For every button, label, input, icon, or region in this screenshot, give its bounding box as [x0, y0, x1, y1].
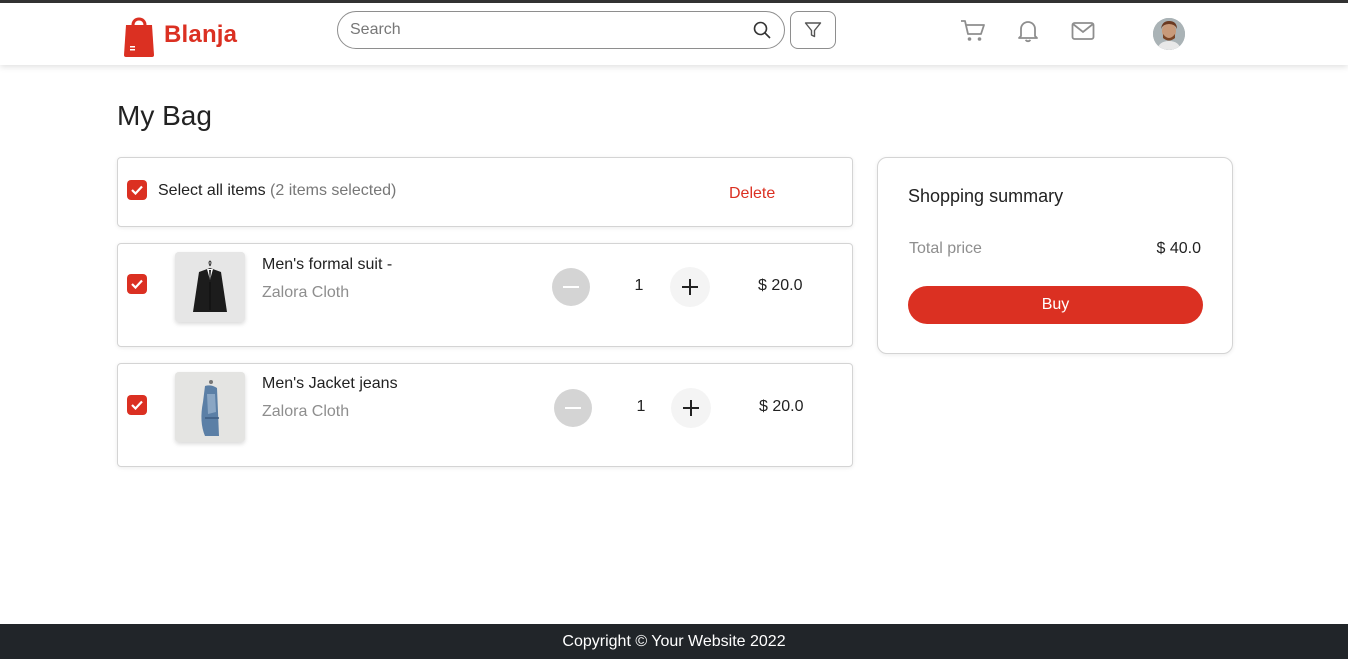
item-name[interactable]: Men's formal suit - — [262, 256, 392, 274]
footer: Copyright © Your Website 2022 — [0, 624, 1348, 659]
brand-logo[interactable]: Blanja — [122, 13, 237, 57]
cart-icon[interactable] — [960, 18, 986, 44]
denim-jacket-image — [175, 372, 245, 442]
quantity-value: 1 — [634, 277, 644, 294]
buy-button[interactable]: Buy — [908, 286, 1203, 324]
decrease-quantity-button[interactable] — [552, 268, 590, 306]
navbar: Blanja — [0, 3, 1348, 65]
select-all-bar: Select all items (2 items selected) Dele… — [117, 157, 853, 227]
mail-icon[interactable] — [1070, 18, 1096, 44]
plus-icon — [682, 279, 698, 295]
filter-button[interactable] — [790, 11, 836, 49]
item-name[interactable]: Men's Jacket jeans — [262, 375, 398, 393]
item-price: $ 20.0 — [758, 277, 803, 294]
suit-jacket-image — [175, 252, 245, 322]
brand-name: Blanja — [164, 21, 238, 48]
user-avatar[interactable] — [1153, 18, 1185, 50]
total-price-value: $ 40.0 — [1156, 240, 1201, 257]
item-brand: Zalora Cloth — [262, 284, 350, 301]
product-image[interactable] — [175, 372, 245, 442]
shopping-bag-logo-icon — [124, 17, 154, 57]
search-input[interactable] — [350, 21, 752, 39]
item-checkbox[interactable] — [127, 395, 147, 415]
summary-title: Shopping summary — [908, 186, 1064, 206]
select-all-label: Select all items (2 items selected) — [158, 182, 396, 200]
cart-item: Men's Jacket jeans Zalora Cloth 1 $ 20.0 — [117, 363, 853, 467]
plus-icon — [683, 400, 699, 416]
cart-item: Men's formal suit - Zalora Cloth 1 $ 20.… — [117, 243, 853, 347]
selected-count: (2 items selected) — [270, 182, 397, 199]
bell-icon[interactable] — [1015, 18, 1041, 44]
increase-quantity-button[interactable] — [670, 267, 710, 307]
check-icon — [131, 185, 143, 195]
check-icon — [131, 400, 143, 410]
item-checkbox[interactable] — [127, 274, 147, 294]
page-title: My Bag — [117, 100, 212, 131]
minus-icon — [563, 286, 579, 288]
check-icon — [131, 279, 143, 289]
copyright-text: Copyright © Your Website 2022 — [562, 632, 786, 650]
search-bar[interactable] — [337, 11, 785, 49]
total-price-label: Total price — [909, 240, 982, 257]
item-brand: Zalora Cloth — [262, 403, 350, 420]
decrease-quantity-button[interactable] — [554, 389, 592, 427]
minus-icon — [565, 407, 581, 409]
search-icon[interactable] — [752, 20, 772, 40]
filter-icon — [804, 22, 822, 38]
select-all-text: Select all items — [158, 182, 266, 199]
delete-button[interactable]: Delete — [729, 185, 775, 203]
item-price: $ 20.0 — [759, 398, 804, 415]
product-image[interactable] — [175, 252, 245, 322]
select-all-checkbox[interactable] — [127, 180, 147, 200]
increase-quantity-button[interactable] — [671, 388, 711, 428]
shopping-summary-card: Shopping summary Total price $ 40.0 Buy — [877, 157, 1233, 354]
quantity-value: 1 — [636, 398, 646, 415]
